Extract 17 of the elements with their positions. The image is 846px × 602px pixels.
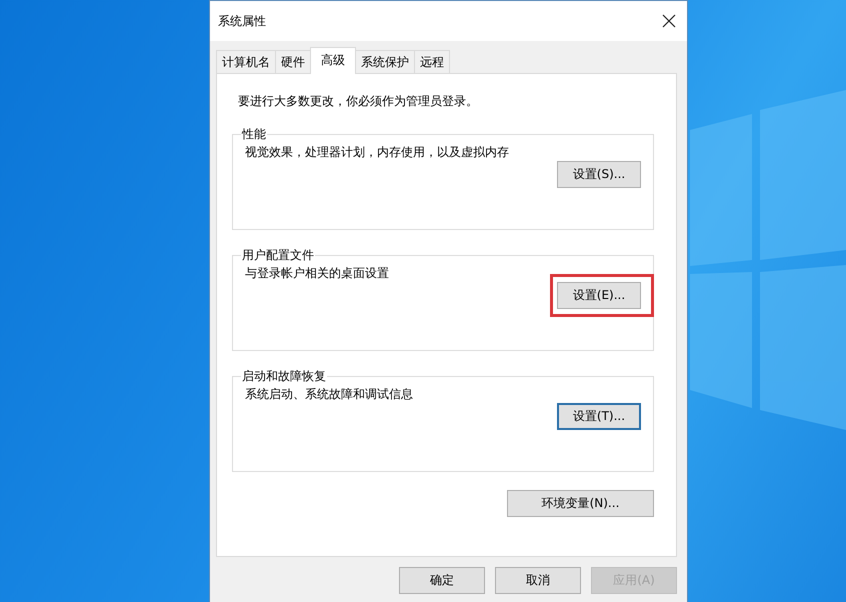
group-title: 用户配置文件 <box>241 247 315 264</box>
group-title: 启动和故障恢复 <box>241 368 327 385</box>
window-title: 系统属性 <box>218 12 266 30</box>
settings-button[interactable]: 设置(S)... <box>557 161 641 188</box>
environment-variables-button[interactable]: 环境变量(N)... <box>507 490 654 517</box>
settings-button[interactable]: 设置(T)... <box>557 403 641 430</box>
group-description: 系统启动、系统故障和调试信息 <box>245 386 414 403</box>
group-description: 与登录帐户相关的桌面设置 <box>245 265 390 282</box>
dialog-button[interactable]: 确定 <box>399 567 485 594</box>
tab[interactable]: 远程 <box>414 50 450 73</box>
tab[interactable]: 计算机名 <box>216 50 276 73</box>
tab[interactable]: 高级 <box>310 47 356 74</box>
settings-button[interactable]: 设置(E)... <box>557 282 641 309</box>
notice-text: 要进行大多数更改，你必须作为管理员登录。 <box>238 93 479 110</box>
dialog-button[interactable]: 取消 <box>495 567 581 594</box>
group-description: 视觉效果，处理器计划，内存使用，以及虚拟内存 <box>245 144 510 161</box>
group-title: 性能 <box>241 126 267 143</box>
